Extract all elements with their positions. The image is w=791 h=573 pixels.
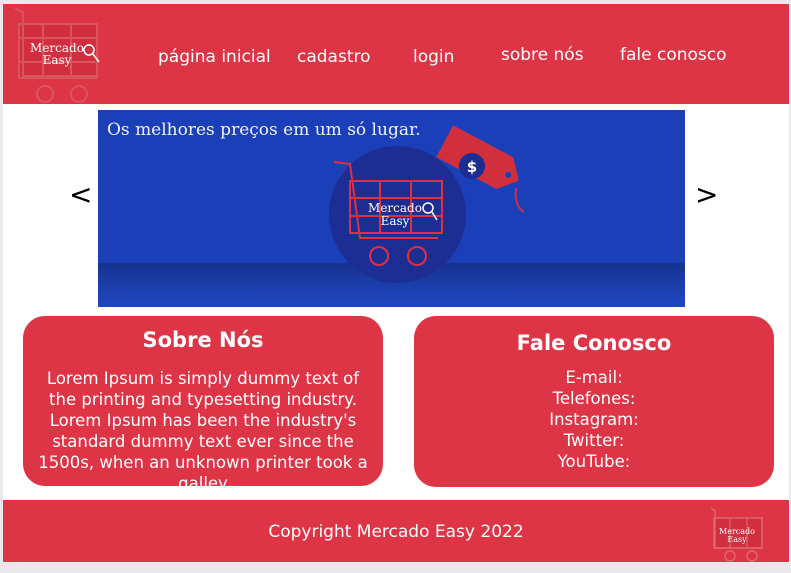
contact-youtube-label: YouTube:: [557, 452, 631, 471]
carousel-prev-button[interactable]: <: [69, 178, 92, 211]
contact-email-label: E-mail:: [565, 368, 623, 387]
carousel-next-button[interactable]: >: [695, 178, 718, 211]
footer-copyright: Copyright Mercado Easy 2022: [268, 522, 524, 542]
footer: Copyright Mercado Easy 2022 Mercado Easy: [3, 500, 789, 562]
cart-logo-icon: Mercado Easy: [14, 7, 100, 103]
contact-instagram-label: Instagram:: [549, 410, 639, 429]
about-body: Lorem Ipsum is simply dummy text of the …: [38, 369, 368, 493]
nav-login-link[interactable]: login: [413, 47, 454, 67]
logo-text-line2: Easy: [43, 53, 72, 67]
contact-list: E-mail: Telefones: Instagram: Twitter: Y…: [414, 367, 774, 472]
footer-cart-logo-icon: Mercado Easy: [710, 507, 763, 562]
nav-about-link[interactable]: sobre nós: [501, 45, 584, 65]
dollar-sign-icon: $: [467, 158, 477, 176]
contact-twitter-label: Twitter:: [563, 431, 625, 450]
page: Mercado Easy página inicial cadastro log…: [3, 4, 789, 562]
footer-logo: Mercado Easy: [710, 506, 768, 564]
carousel: < Os melhores preços em um só lugar. Mer…: [3, 104, 789, 314]
nav-contact-link[interactable]: fale conosco: [620, 45, 727, 65]
carousel-banner-image: Os melhores preços em um só lugar. Merca…: [98, 110, 685, 307]
footer-logo-line2: Easy: [727, 535, 747, 544]
brand-logo[interactable]: Mercado Easy: [13, 6, 105, 104]
about-card: Sobre Nós Lorem Ipsum is simply dummy te…: [23, 316, 383, 493]
header: Mercado Easy página inicial cadastro log…: [3, 4, 789, 104]
contact-card: Fale Conosco E-mail: Telefones: Instagra…: [414, 316, 774, 487]
contact-phones-label: Telefones:: [552, 389, 636, 408]
price-tag-icon: $: [436, 125, 525, 213]
nav-register-link[interactable]: cadastro: [297, 47, 371, 67]
about-title: Sobre Nós: [142, 328, 264, 352]
contact-title: Fale Conosco: [516, 331, 672, 355]
nav-home-link[interactable]: página inicial: [158, 47, 271, 67]
